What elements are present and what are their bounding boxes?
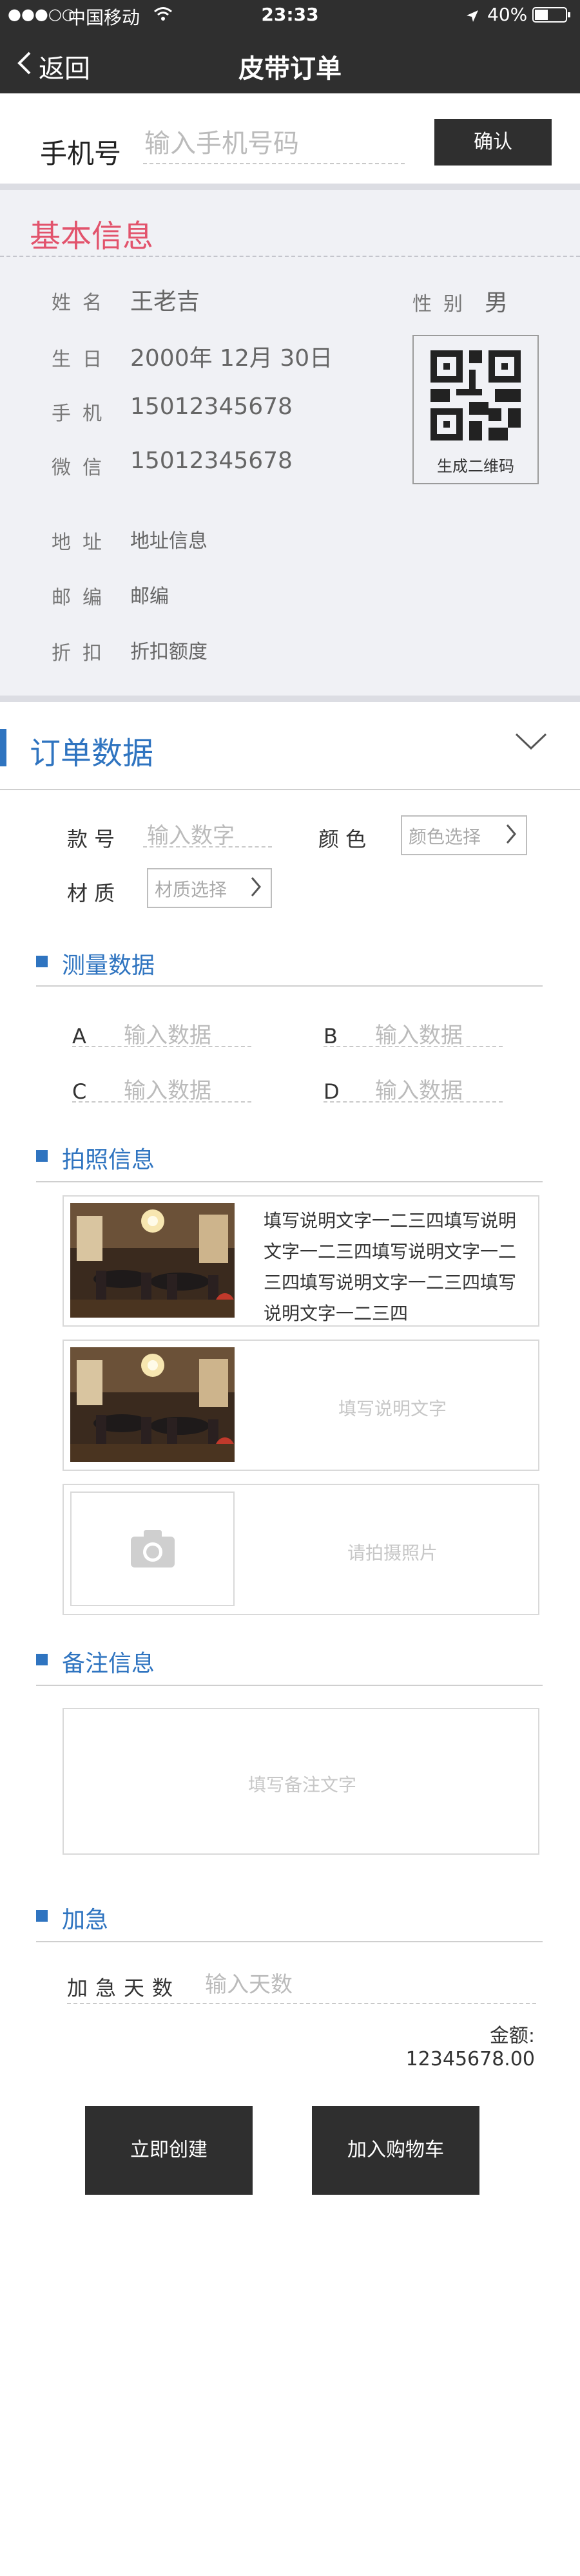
style-number-label: 款 号 (67, 827, 115, 851)
section-marker (36, 1150, 48, 1162)
dashed-divider (0, 256, 580, 257)
input-underline (72, 1046, 251, 1047)
generate-qr-button[interactable]: 生成二维码 (412, 335, 539, 484)
measure-b-label: B (324, 1024, 338, 1048)
address-label: 地址 (52, 531, 113, 554)
amount-row: 金额: 12345678.00 (358, 2020, 535, 2070)
divider (36, 1941, 543, 1942)
birthday-label: 生日 (52, 348, 113, 371)
remark-placeholder: 填写备注文字 (247, 1774, 356, 1795)
camera-icon (130, 1529, 176, 1571)
basic-info-section: 基本信息 姓名 王老吉 性别 男 生日 2000年 12月 30日 手机 150… (0, 190, 580, 696)
add-to-cart-button[interactable]: 加入购物车 (312, 2106, 479, 2195)
amount-label: 金额: (489, 2025, 535, 2047)
divider (36, 1181, 543, 1182)
battery-icon (532, 6, 571, 28)
section-accent-bar (0, 729, 6, 766)
measure-c-label: C (72, 1079, 87, 1104)
wechat-value: 15012345678 (130, 448, 293, 474)
mobile-label: 手机 (52, 402, 113, 425)
gender-label: 性别 (412, 293, 474, 316)
qr-code-icon (430, 350, 521, 443)
discount-value: 折扣额度 (130, 641, 208, 663)
input-underline (324, 1101, 503, 1103)
measure-a-input[interactable]: 输入数据 (124, 1018, 211, 1049)
order-data-header[interactable]: 订单数据 (0, 702, 580, 789)
measure-b-input[interactable]: 输入数据 (375, 1018, 463, 1049)
amount-value: 12345678.00 (405, 2048, 535, 2070)
color-select-value: 颜色选择 (409, 826, 481, 848)
material-select-value: 材质选择 (155, 879, 227, 900)
chevron-right-icon (250, 876, 262, 902)
material-select[interactable]: 材质选择 (147, 868, 272, 908)
urgent-days-label: 加急天数 (67, 1976, 181, 2000)
create-now-button[interactable]: 立即创建 (85, 2106, 253, 2195)
input-underline (324, 1046, 503, 1047)
birthday-value: 2000年 12月 30日 (130, 345, 333, 372)
photo-description: 填写说明文字一二三四填写说明文字一二三四填写说明文字一二三四填写说明文字一二三四… (264, 1210, 517, 1324)
postcode-value: 邮编 (130, 585, 169, 608)
qr-caption: 生成二维码 (437, 457, 514, 475)
color-select[interactable]: 颜色选择 (401, 815, 527, 855)
take-photo-hint: 请拍摄照片 (347, 1542, 438, 1564)
discount-label: 折扣 (52, 642, 113, 665)
measure-c-input[interactable]: 输入数据 (124, 1073, 211, 1104)
location-icon (465, 6, 479, 28)
urgent-days-input[interactable]: 输入天数 (205, 1967, 293, 1998)
take-photo-button[interactable] (70, 1492, 235, 1606)
restaurant-photo (70, 1347, 235, 1462)
divider (36, 985, 543, 987)
remark-title: 备注信息 (62, 1651, 155, 1677)
divider (0, 789, 580, 790)
top-bar: ●●●○○ 中国移动 23:33 40% 返回 皮带订单 (0, 0, 580, 93)
page-title: 皮带订单 (238, 54, 342, 84)
input-underline (72, 1101, 251, 1103)
divider (36, 1685, 543, 1686)
photo-description-input[interactable]: 填写说明文字 (264, 1395, 521, 1421)
color-label: 颜 色 (318, 827, 367, 851)
style-number-input[interactable]: 输入数字 (147, 818, 235, 849)
divider (0, 696, 580, 702)
postcode-label: 邮编 (52, 587, 113, 609)
remark-textarea[interactable]: 填写备注文字 (63, 1708, 539, 1855)
status-bar: ●●●○○ 中国移动 23:33 40% (0, 0, 580, 32)
basic-info-title: 基本信息 (30, 218, 154, 254)
mobile-value: 15012345678 (130, 393, 293, 420)
material-label: 材 质 (67, 881, 115, 905)
chevron-down-icon[interactable] (514, 732, 548, 753)
wechat-label: 微信 (52, 457, 113, 479)
address-value: 地址信息 (130, 530, 208, 553)
photo-card[interactable]: 填写说明文字一二三四填写说明文字一二三四填写说明文字一二三四填写说明文字一二三四… (63, 1195, 539, 1327)
measure-d-input[interactable]: 输入数据 (375, 1073, 463, 1104)
section-marker (36, 1910, 48, 1922)
input-underline (143, 846, 272, 848)
photo-card[interactable]: 填写说明文字 (63, 1340, 539, 1471)
section-marker (36, 956, 48, 967)
chevron-right-icon (505, 823, 517, 849)
section-marker (36, 1654, 48, 1665)
divider (0, 184, 580, 190)
phone-input[interactable] (143, 124, 405, 164)
name-value: 王老吉 (130, 289, 200, 315)
urgent-title: 加急 (62, 1907, 109, 1933)
measure-a-label: A (72, 1024, 86, 1048)
photo-card[interactable]: 请拍摄照片 (63, 1484, 539, 1615)
phone-label: 手机号 (40, 138, 122, 169)
navigation-bar: 返回 皮带订单 (0, 32, 580, 93)
gender-value: 男 (485, 290, 508, 316)
measure-d-label: D (324, 1079, 340, 1104)
input-underline (67, 2003, 536, 2004)
confirm-button[interactable]: 确认 (434, 119, 552, 166)
phone-lookup-row: 手机号 确认 (0, 93, 580, 184)
battery-percent: 40% (487, 4, 528, 25)
measurement-title: 测量数据 (62, 952, 155, 979)
photo-info-title: 拍照信息 (62, 1147, 155, 1173)
restaurant-photo (70, 1203, 235, 1318)
order-data-title: 订单数据 (30, 735, 154, 772)
name-label: 姓名 (52, 292, 113, 314)
